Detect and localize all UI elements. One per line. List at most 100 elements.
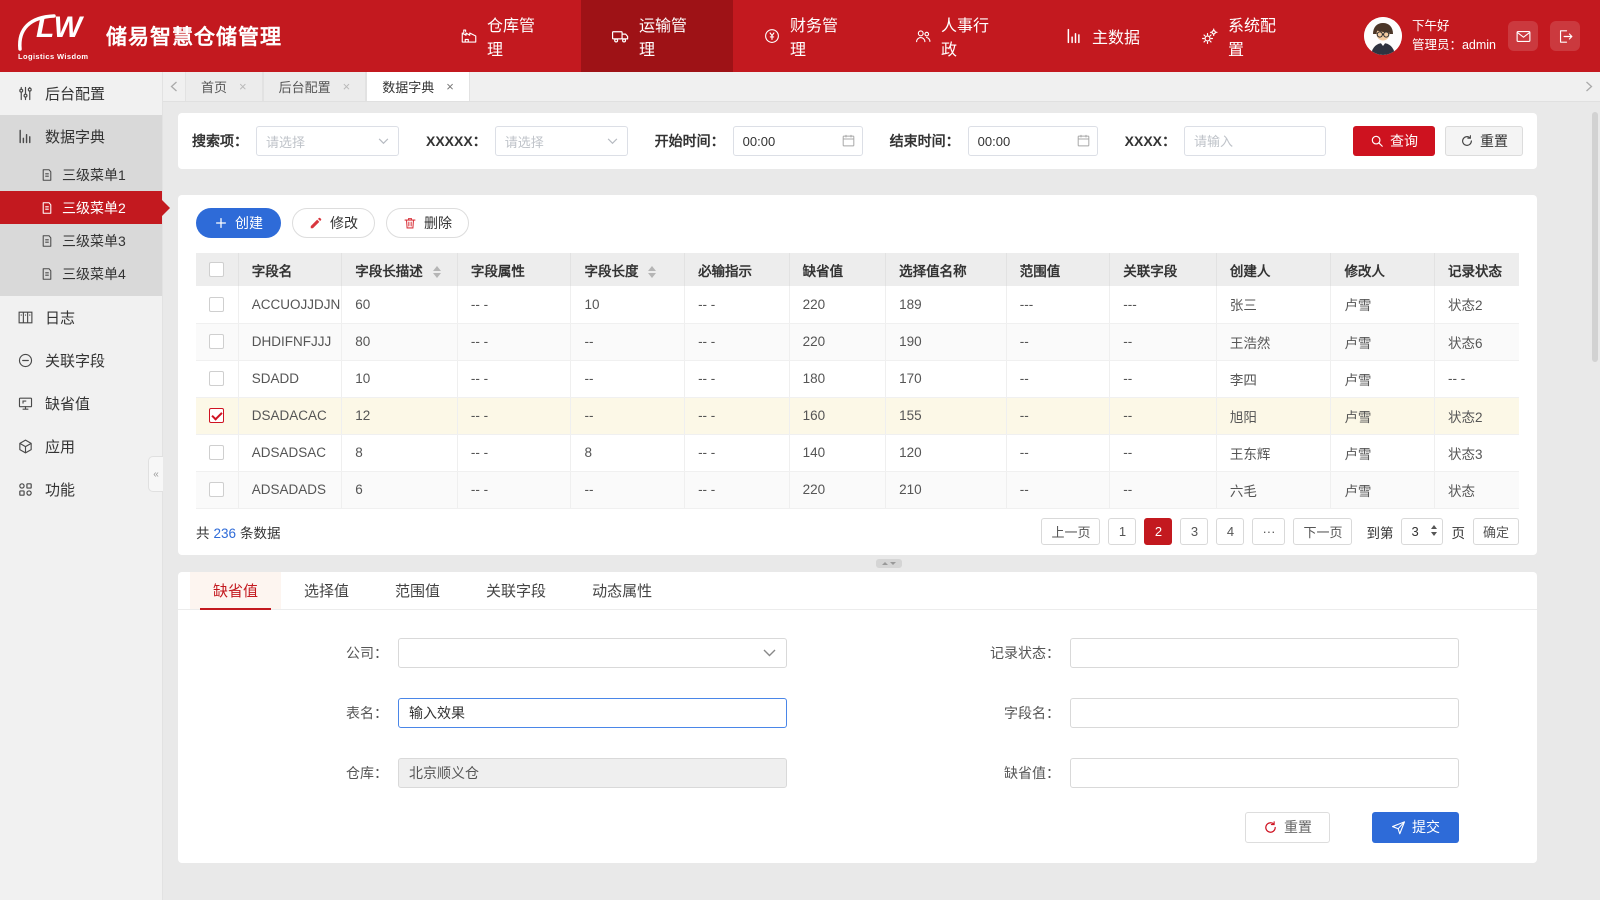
page-button-1[interactable]: 1 xyxy=(1108,518,1136,545)
modify-button[interactable]: 修改 xyxy=(292,208,375,238)
goto-page-stepper[interactable]: 3 xyxy=(1401,518,1443,545)
column-header: 字段名 xyxy=(238,253,342,286)
close-icon[interactable]: × xyxy=(446,79,454,94)
sidebar-collapse-button[interactable]: « xyxy=(148,456,163,492)
row-checkbox[interactable] xyxy=(209,371,224,386)
avatar[interactable] xyxy=(1364,17,1402,55)
sidebar-item-applications[interactable]: 应用 xyxy=(0,425,162,468)
top-nav: 仓库管理 运输管理 财务管理 人事行政 主数据 xyxy=(430,0,1322,72)
close-icon[interactable]: × xyxy=(343,79,351,94)
tab-scroll-left-button[interactable] xyxy=(163,72,185,101)
row-checkbox[interactable] xyxy=(209,297,224,312)
sidebar-item-default-values[interactable]: 缺省值 xyxy=(0,382,162,425)
user-role: 管理员：admin xyxy=(1412,36,1496,55)
sidebar-item-submenu-4[interactable]: 三级菜单4 xyxy=(0,257,162,290)
sidebar: 后台配置 数据字典 三级菜单1 三级菜单2 三级菜单3 xyxy=(0,72,163,900)
detail-tab-related-field[interactable]: 关联字段 xyxy=(463,572,569,609)
detail-tab-range-value[interactable]: 范围值 xyxy=(372,572,463,609)
table-row[interactable]: ADSADSAC8-- -8-- -140120----王东辉卢雪状态3 xyxy=(196,434,1519,471)
chevron-down-icon xyxy=(763,649,776,657)
form-reset-button[interactable]: 重置 xyxy=(1245,812,1330,843)
row-checkbox[interactable] xyxy=(209,445,224,460)
submit-button[interactable]: 提交 xyxy=(1372,812,1459,843)
delete-button[interactable]: 删除 xyxy=(386,208,469,238)
stepper-arrows[interactable] xyxy=(1431,525,1437,536)
row-checkbox[interactable] xyxy=(209,334,224,349)
goto-suffix-label: 页 xyxy=(1451,522,1465,542)
form-row-company: 公司： xyxy=(270,638,787,668)
trash-icon xyxy=(403,216,417,230)
close-icon[interactable]: × xyxy=(239,79,247,94)
nav-system-config[interactable]: 系统配置 xyxy=(1170,0,1322,72)
sort-icon[interactable] xyxy=(648,266,656,278)
default-value-input[interactable] xyxy=(1070,758,1459,788)
sidebar-item-logs[interactable]: 日志 xyxy=(0,296,162,339)
field-name-input[interactable] xyxy=(1070,698,1459,728)
row-checkbox[interactable] xyxy=(209,482,224,497)
sidebar-item-data-dictionary[interactable]: 数据字典 xyxy=(0,115,162,158)
column-header-sortable[interactable]: 字段长描述 xyxy=(342,253,458,286)
panel-resize-handle[interactable] xyxy=(876,559,902,568)
select-placeholder: 请选择 xyxy=(505,132,544,151)
page-button-2-active[interactable]: 2 xyxy=(1144,518,1172,545)
sidebar-item-label: 三级菜单4 xyxy=(62,264,126,284)
filter-reset-button[interactable]: 重置 xyxy=(1445,126,1523,156)
collapse-icon: « xyxy=(153,469,159,480)
column-header-sortable[interactable]: 字段长度 xyxy=(571,253,685,286)
sidebar-item-submenu-1[interactable]: 三级菜单1 xyxy=(0,158,162,191)
truck-icon xyxy=(611,27,630,46)
chevron-down-icon xyxy=(607,138,618,145)
nav-master-data[interactable]: 主数据 xyxy=(1035,0,1170,72)
vertical-scrollbar[interactable] xyxy=(1592,112,1598,362)
detail-form: 公司： 记录状态： 表名： 字段名： 仓库： xyxy=(178,610,1537,796)
people-icon xyxy=(914,27,932,45)
create-button[interactable]: 创建 xyxy=(196,208,281,238)
table-row[interactable]: DHDIFNFJJJ80-- ----- -220190----王浩然卢雪状态6 xyxy=(196,323,1519,360)
page-button-4[interactable]: 4 xyxy=(1216,518,1244,545)
goto-confirm-button[interactable]: 确定 xyxy=(1473,518,1519,545)
table-row[interactable]: SDADD10-- ----- -180170----李四卢雪-- - xyxy=(196,360,1519,397)
sort-icon[interactable] xyxy=(433,266,441,278)
search-item-select[interactable]: 请选择 xyxy=(256,126,399,156)
nav-warehouse[interactable]: 仓库管理 xyxy=(430,0,581,72)
mail-button[interactable] xyxy=(1508,21,1538,51)
xxxxx-select[interactable]: 请选择 xyxy=(495,126,628,156)
detail-tab-select-value[interactable]: 选择值 xyxy=(281,572,372,609)
sidebar-item-backend-config[interactable]: 后台配置 xyxy=(0,72,162,115)
table-name-input[interactable] xyxy=(398,698,787,728)
sidebar-item-related-fields[interactable]: 关联字段 xyxy=(0,339,162,382)
detail-tab-dynamic-attr[interactable]: 动态属性 xyxy=(569,572,675,609)
sidebar-item-submenu-3[interactable]: 三级菜单3 xyxy=(0,224,162,257)
detail-tab-default-value[interactable]: 缺省值 xyxy=(190,572,281,609)
document-icon xyxy=(40,201,54,215)
sidebar-item-functions[interactable]: 功能 xyxy=(0,468,162,511)
logout-button[interactable] xyxy=(1550,21,1580,51)
table-header-row: 字段名 字段长描述 字段属性 字段长度 必输指示 缺省值 选择值名称 范围值 关… xyxy=(196,253,1519,286)
prev-page-button[interactable]: 上一页 xyxy=(1041,518,1100,545)
tab-data-dictionary[interactable]: 数据字典 × xyxy=(366,72,470,101)
next-page-button[interactable]: 下一页 xyxy=(1293,518,1352,545)
nav-label: 人事行政 xyxy=(941,12,1005,60)
select-all-checkbox[interactable] xyxy=(209,262,224,277)
company-label: 公司： xyxy=(270,643,388,663)
sidebar-item-submenu-2[interactable]: 三级菜单2 xyxy=(0,191,162,224)
xxxx-input[interactable] xyxy=(1184,126,1326,156)
tab-backend-config[interactable]: 后台配置 × xyxy=(263,72,367,101)
company-select[interactable] xyxy=(398,638,787,668)
table-row[interactable]: ACCUOJJDJN60-- -10-- -220189------张三卢雪状态… xyxy=(196,286,1519,323)
tab-home[interactable]: 首页 × xyxy=(185,72,263,101)
page-button-3[interactable]: 3 xyxy=(1180,518,1208,545)
nav-finance[interactable]: 财务管理 xyxy=(733,0,884,72)
chevron-left-icon xyxy=(170,81,178,92)
nav-hr[interactable]: 人事行政 xyxy=(884,0,1035,72)
page-ellipsis[interactable]: ··· xyxy=(1252,518,1285,545)
pagination: 共236条数据 上一页 1 2 3 4 ··· 下一页 到第 3 页 确定 xyxy=(196,509,1519,555)
record-status-input[interactable] xyxy=(1070,638,1459,668)
table-row-selected[interactable]: DSADACAC12-- ----- -160155----旭阳卢雪状态2 xyxy=(196,397,1519,434)
nav-label: 仓库管理 xyxy=(487,12,551,60)
nav-transport[interactable]: 运输管理 xyxy=(581,0,733,72)
row-checkbox-checked[interactable] xyxy=(209,408,224,423)
table-row[interactable]: ADSADADS6-- ----- -220210----六毛卢雪状态 xyxy=(196,471,1519,508)
tab-scroll-right-button[interactable] xyxy=(1578,72,1600,101)
query-button[interactable]: 查询 xyxy=(1353,126,1435,156)
